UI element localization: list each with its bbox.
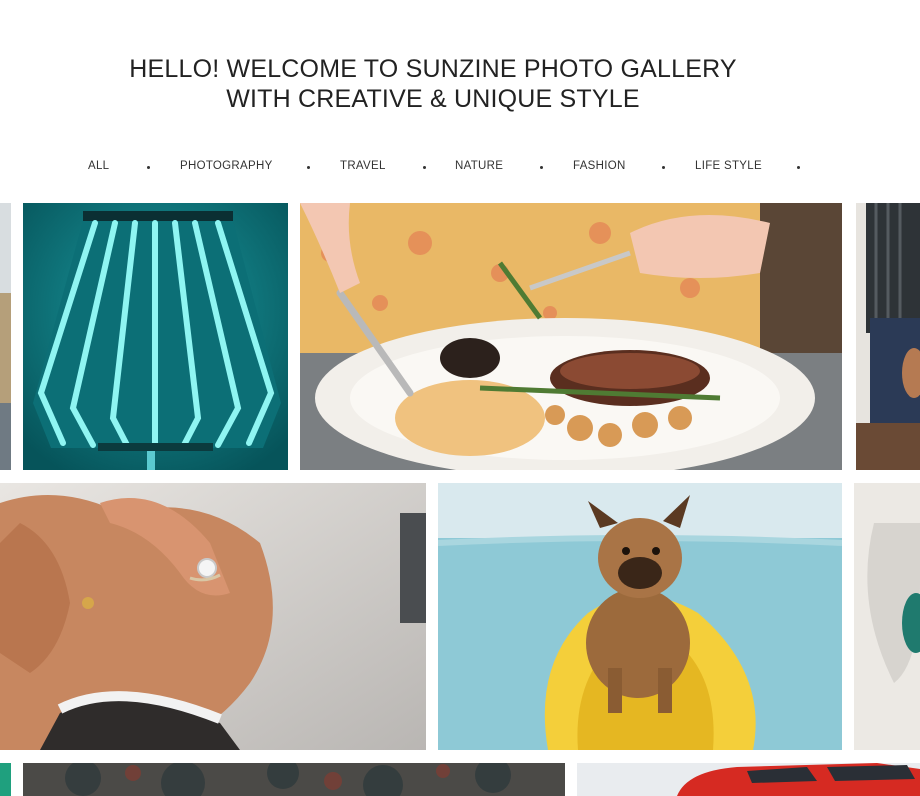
photo-teal-lamp[interactable] — [23, 203, 288, 470]
photo-green-partial[interactable] — [0, 763, 11, 796]
title-line-2: WITH CREATIVE & UNIQUE STYLE — [226, 85, 640, 113]
separator-dot — [423, 166, 426, 169]
filter-nav: ALL PHOTOGRAPHY TRAVEL NATURE FASHION LI… — [0, 160, 920, 176]
red-car-image — [577, 763, 920, 796]
filter-nature[interactable]: NATURE — [455, 160, 503, 172]
person-partial-image — [856, 203, 920, 470]
ring-hands-image — [0, 483, 426, 750]
separator-dot — [662, 166, 665, 169]
photo-abstract-partial[interactable] — [854, 483, 920, 750]
photo-person-partial[interactable] — [856, 203, 920, 470]
filter-travel[interactable]: TRAVEL — [340, 160, 386, 172]
photo-landscape-partial[interactable] — [0, 203, 11, 470]
photo-steak-dinner[interactable] — [300, 203, 842, 470]
filter-life-style[interactable]: LIFE STYLE — [695, 160, 762, 172]
separator-dot — [540, 166, 543, 169]
tattoo-image — [23, 763, 565, 796]
photo-tattoo[interactable] — [23, 763, 565, 796]
landscape-image — [0, 203, 11, 470]
green-partial-image — [0, 763, 11, 796]
filter-fashion[interactable]: FASHION — [573, 160, 626, 172]
separator-dot — [147, 166, 150, 169]
filter-photography[interactable]: PHOTOGRAPHY — [180, 160, 273, 172]
separator-dot — [797, 166, 800, 169]
steak-dinner-image — [300, 203, 842, 470]
filter-all[interactable]: ALL — [88, 160, 109, 172]
photo-dog-on-kayak[interactable] — [438, 483, 842, 750]
photo-red-car[interactable] — [577, 763, 920, 796]
teal-lamp-image — [23, 203, 288, 470]
title-line-1: HELLO! WELCOME TO SUNZINE PHOTO GALLERY — [129, 55, 737, 83]
abstract-partial-image — [854, 483, 920, 750]
separator-dot — [307, 166, 310, 169]
page-title: HELLO! WELCOME TO SUNZINE PHOTO GALLERY … — [0, 54, 866, 114]
dog-kayak-image — [438, 483, 842, 750]
photo-ring-hands[interactable] — [0, 483, 426, 750]
